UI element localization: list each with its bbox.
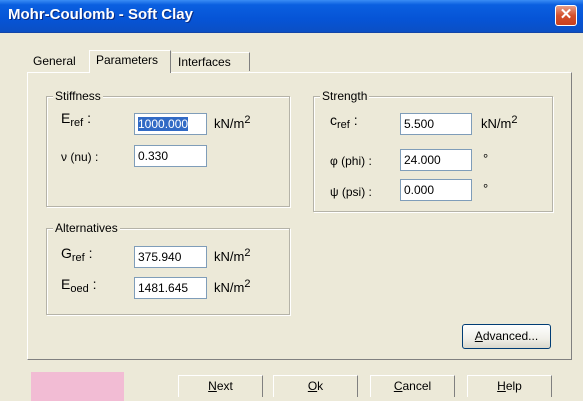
g-ref-label: Gref : xyxy=(61,245,93,264)
ok-button[interactable]: Ok xyxy=(273,375,358,397)
window-title: Mohr-Coulomb - Soft Clay xyxy=(8,6,193,23)
cancel-button[interactable]: Cancel xyxy=(370,375,455,397)
next-button[interactable]: Next xyxy=(178,375,263,397)
e-ref-label: Eref : xyxy=(61,110,91,129)
psi-input[interactable]: 0.000 xyxy=(400,179,472,201)
e-oed-label: Eoed : xyxy=(61,276,97,295)
nu-label: ν (nu) : xyxy=(61,150,99,164)
nu-input[interactable]: 0.330 xyxy=(134,145,207,167)
advanced-button[interactable]: Advanced... xyxy=(462,324,551,349)
strength-group: Strength cref : 5.500 kN/m2 φ (phi) : 24… xyxy=(313,89,553,212)
psi-unit: ° xyxy=(483,181,489,196)
close-icon[interactable]: ✕ xyxy=(555,5,577,26)
alternatives-group: Alternatives Gref : 375.940 kN/m2 Eoed :… xyxy=(46,221,290,315)
phi-label: φ (phi) : xyxy=(330,154,372,168)
c-ref-unit: kN/m2 xyxy=(481,114,518,131)
material-color-swatch[interactable] xyxy=(31,372,124,401)
alternatives-title: Alternatives xyxy=(53,221,120,235)
tab-interfaces[interactable]: Interfaces xyxy=(172,52,250,71)
phi-input[interactable]: 24.000 xyxy=(400,149,472,171)
e-ref-input[interactable]: 1000.000 xyxy=(134,113,207,135)
psi-label: ψ (psi) : xyxy=(330,185,372,199)
phi-unit: ° xyxy=(483,151,489,166)
e-oed-unit: kN/m2 xyxy=(214,278,251,295)
stiffness-group: Stiffness Eref : 1000.000 kN/m2 ν (nu) :… xyxy=(46,89,290,207)
e-ref-unit: kN/m2 xyxy=(214,114,251,131)
c-ref-input[interactable]: 5.500 xyxy=(400,113,472,135)
help-button[interactable]: Help xyxy=(467,375,552,397)
tab-general[interactable]: General xyxy=(27,52,89,71)
c-ref-label: cref : xyxy=(330,112,358,131)
g-ref-input[interactable]: 375.940 xyxy=(134,246,207,268)
e-oed-input[interactable]: 1481.645 xyxy=(134,277,207,299)
g-ref-unit: kN/m2 xyxy=(214,247,251,264)
tab-parameters[interactable]: Parameters xyxy=(89,50,171,73)
title-bar: Mohr-Coulomb - Soft Clay ✕ xyxy=(0,0,583,33)
parameters-panel: Stiffness Eref : 1000.000 kN/m2 ν (nu) :… xyxy=(27,72,572,360)
strength-title: Strength xyxy=(320,89,370,103)
stiffness-title: Stiffness xyxy=(53,89,103,103)
